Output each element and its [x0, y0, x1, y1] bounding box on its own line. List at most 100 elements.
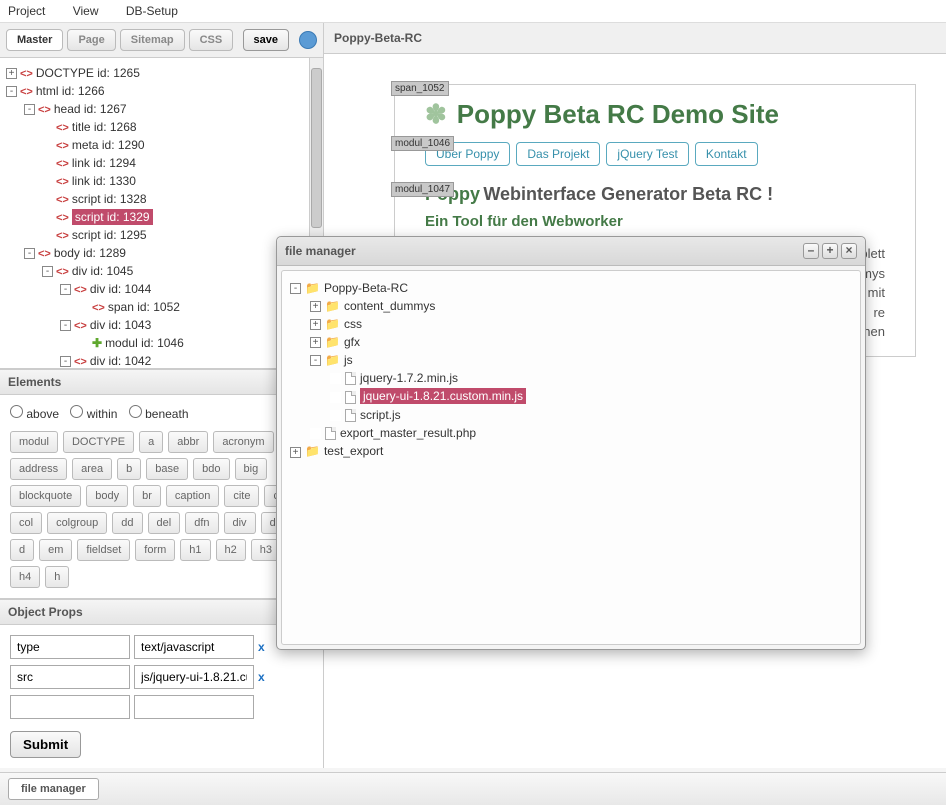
save-button[interactable]: save [243, 29, 289, 51]
expand-icon[interactable]: + [6, 68, 17, 79]
nav-projekt[interactable]: Das Projekt [516, 142, 600, 166]
tag-area[interactable]: area [72, 458, 112, 480]
file-manager-dialog[interactable]: file manager – + × -📁Poppy-Beta-RC+📁cont… [276, 236, 866, 650]
minimize-icon[interactable]: – [803, 243, 819, 259]
menu-dbsetup[interactable]: DB-Setup [126, 4, 178, 18]
tag-cite[interactable]: cite [224, 485, 259, 507]
tree-label[interactable]: html id: 1266 [36, 84, 105, 98]
tree-node[interactable]: <>script id: 1328 [6, 190, 321, 208]
tag-b[interactable]: b [117, 458, 141, 480]
tree-node[interactable]: <>link id: 1330 [6, 172, 321, 190]
tag-div[interactable]: div [224, 512, 256, 534]
collapse-icon[interactable]: - [60, 284, 71, 295]
file-label[interactable]: export_master_result.php [340, 426, 476, 440]
tree-node[interactable]: -<>html id: 1266 [6, 82, 321, 100]
submit-button[interactable]: Submit [10, 731, 81, 758]
expand-icon[interactable]: + [310, 319, 321, 330]
file-label[interactable]: gfx [344, 335, 360, 349]
expand-icon[interactable]: + [310, 301, 321, 312]
tag-acronym[interactable]: acronym [213, 431, 273, 453]
tree-node[interactable]: -<>body id: 1289 [6, 244, 321, 262]
prop-key-input[interactable] [10, 695, 130, 719]
tag-dfn[interactable]: dfn [185, 512, 218, 534]
tree-label[interactable]: modul id: 1046 [105, 336, 184, 350]
tag-caption[interactable]: caption [166, 485, 219, 507]
tab-page[interactable]: Page [67, 29, 115, 51]
file-tree-node[interactable]: -📁js [290, 351, 854, 369]
tree-node[interactable]: -<>div id: 1042 [6, 352, 321, 369]
tree-label[interactable]: div id: 1043 [90, 318, 151, 332]
refresh-icon[interactable] [299, 31, 317, 49]
tag-base[interactable]: base [146, 458, 188, 480]
tag-dd[interactable]: dd [112, 512, 142, 534]
tag-del[interactable]: del [148, 512, 181, 534]
file-label[interactable]: content_dummys [344, 299, 435, 313]
remove-prop-icon[interactable]: x [258, 640, 265, 654]
tree-label[interactable]: DOCTYPE id: 1265 [36, 66, 140, 80]
tag-h4[interactable]: h4 [10, 566, 40, 588]
tag-address[interactable]: address [10, 458, 67, 480]
collapse-icon[interactable]: - [24, 104, 35, 115]
collapse-icon[interactable]: - [290, 283, 301, 294]
dialog-titlebar[interactable]: file manager – + × [277, 237, 865, 266]
menu-view[interactable]: View [73, 4, 99, 18]
maximize-icon[interactable]: + [822, 243, 838, 259]
tag-a[interactable]: a [139, 431, 163, 453]
file-tree-node[interactable]: jquery-1.7.2.min.js [290, 369, 854, 387]
radio-beneath[interactable]: beneath [129, 407, 189, 421]
nav-kontakt[interactable]: Kontakt [695, 142, 758, 166]
collapse-icon[interactable]: - [310, 355, 321, 366]
file-tree-node[interactable]: +📁css [290, 315, 854, 333]
file-tree-node[interactable]: +📁gfx [290, 333, 854, 351]
tag-modul[interactable]: modul [10, 431, 58, 453]
prop-key-input[interactable] [10, 665, 130, 689]
file-tree-node[interactable]: export_master_result.php [290, 424, 854, 442]
file-label[interactable]: jquery-ui-1.8.21.custom.min.js [360, 388, 526, 404]
tag-big[interactable]: big [235, 458, 268, 480]
tag-h1[interactable]: h1 [180, 539, 210, 561]
expand-icon[interactable]: + [290, 447, 301, 458]
tree-label[interactable]: script id: 1329 [72, 209, 153, 225]
tag-abbr[interactable]: abbr [168, 431, 208, 453]
tag-body[interactable]: body [86, 485, 128, 507]
tree-node[interactable]: <>title id: 1268 [6, 118, 321, 136]
scrollbar-thumb[interactable] [311, 68, 322, 228]
tree-node[interactable]: <>meta id: 1290 [6, 136, 321, 154]
remove-prop-icon[interactable]: x [258, 670, 265, 684]
file-label[interactable]: jquery-1.7.2.min.js [360, 371, 458, 385]
expand-icon[interactable]: + [310, 337, 321, 348]
tree-label[interactable]: script id: 1295 [72, 228, 147, 242]
tree-label[interactable]: div id: 1044 [90, 282, 151, 296]
tag-DOCTYPE[interactable]: DOCTYPE [63, 431, 134, 453]
tag-col[interactable]: col [10, 512, 42, 534]
tree-label[interactable]: link id: 1294 [72, 156, 136, 170]
tag-d[interactable]: d [10, 539, 34, 561]
collapse-icon[interactable]: - [24, 248, 35, 259]
file-label[interactable]: js [344, 353, 353, 367]
tree-label[interactable]: head id: 1267 [54, 102, 127, 116]
tag-fieldset[interactable]: fieldset [77, 539, 130, 561]
tab-master[interactable]: Master [6, 29, 63, 51]
tab-css[interactable]: CSS [189, 29, 234, 51]
tag-h[interactable]: h [45, 566, 69, 588]
tag-blockquote[interactable]: blockquote [10, 485, 81, 507]
tree-label[interactable]: div id: 1042 [90, 354, 151, 368]
collapse-icon[interactable]: - [60, 356, 71, 367]
tree-node[interactable]: <>span id: 1052 [6, 298, 321, 316]
tree-label[interactable]: title id: 1268 [72, 120, 137, 134]
close-icon[interactable]: × [841, 243, 857, 259]
tag-br[interactable]: br [133, 485, 161, 507]
tree-label[interactable]: span id: 1052 [108, 300, 180, 314]
collapse-icon[interactable]: - [42, 266, 53, 277]
prop-value-input[interactable] [134, 695, 254, 719]
taskbar-filemanager[interactable]: file manager [8, 778, 99, 800]
tree-label[interactable]: script id: 1328 [72, 192, 147, 206]
tag-colgroup[interactable]: colgroup [47, 512, 107, 534]
file-tree-node[interactable]: -📁Poppy-Beta-RC [290, 279, 854, 297]
file-label[interactable]: script.js [360, 408, 401, 422]
tree-label[interactable]: meta id: 1290 [72, 138, 145, 152]
tag-em[interactable]: em [39, 539, 72, 561]
file-tree-node[interactable]: +📁test_export [290, 442, 854, 460]
tree-node[interactable]: -<>div id: 1043 [6, 316, 321, 334]
menu-project[interactable]: Project [8, 4, 45, 18]
